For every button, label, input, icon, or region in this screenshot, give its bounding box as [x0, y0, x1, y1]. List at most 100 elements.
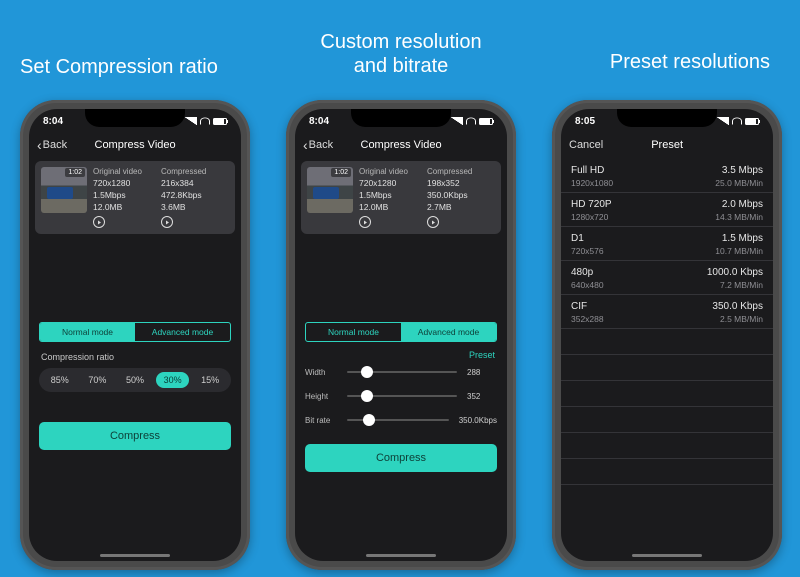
ratio-15[interactable]: 15%	[193, 372, 227, 388]
status-time: 8:05	[575, 116, 595, 127]
preset-rate: 2.5 MB/Min	[720, 314, 763, 324]
preset-bitrate: 2.0 Mbps	[722, 199, 763, 210]
original-size: 12.0MB	[93, 202, 161, 212]
preset-name: CIF	[571, 301, 587, 312]
video-duration: 1:02	[331, 168, 351, 177]
phone-2: 8:04 ‹Back Compress Video 1:02 Original …	[286, 100, 516, 570]
list-item	[561, 433, 773, 459]
list-item	[561, 355, 773, 381]
ratio-85[interactable]: 85%	[43, 372, 77, 388]
preset-name: D1	[571, 233, 584, 244]
ratio-50[interactable]: 50%	[118, 372, 152, 388]
page-title: Compress Video	[303, 139, 499, 151]
navbar: ‹Back Compress Video	[29, 133, 241, 157]
phone-1: 8:04 ‹Back Compress Video 1:02 Original …	[20, 100, 250, 570]
status-time: 8:04	[43, 116, 63, 127]
original-bitrate: 1.5Mbps	[93, 190, 161, 200]
preset-res: 640x480	[571, 280, 604, 290]
play-compressed-button[interactable]	[427, 216, 439, 228]
original-res: 720x1280	[93, 178, 161, 188]
tab-advanced-mode[interactable]: Advanced mode	[135, 323, 230, 341]
heading-custom-l2: and bitrate	[354, 55, 449, 77]
preset-res: 1920x1080	[571, 178, 613, 188]
video-duration: 1:02	[65, 168, 85, 177]
preset-row-hd720[interactable]: HD 720P 2.0 Mbps 1280x720 14.3 MB/Min	[561, 193, 773, 227]
preset-row-cif[interactable]: CIF350.0 Kbps 352x2882.5 MB/Min	[561, 295, 773, 329]
compressed-bitrate: 472.8Kbps	[161, 190, 229, 200]
preset-res: 1280x720	[571, 212, 608, 222]
preset-list: Full HD 3.5 Mbps 1920x1080 25.0 MB/Min HD …	[561, 159, 773, 511]
preset-bitrate: 350.0 Kbps	[712, 301, 763, 312]
original-header: Original video	[359, 167, 427, 176]
height-value: 352	[467, 392, 497, 401]
page-title: Preset	[569, 139, 765, 151]
wifi-icon	[466, 118, 476, 125]
signal-icon	[717, 117, 729, 125]
preset-bitrate: 3.5 Mbps	[722, 165, 763, 176]
preset-bitrate: 1.5 Mbps	[722, 233, 763, 244]
mode-segmented-control[interactable]: Normal mode Advanced mode	[305, 322, 497, 342]
battery-icon	[745, 118, 759, 125]
list-item	[561, 329, 773, 355]
play-original-button[interactable]	[359, 216, 371, 228]
preset-link[interactable]: Preset	[469, 350, 495, 360]
width-slider[interactable]	[347, 371, 457, 373]
width-value: 288	[467, 368, 497, 377]
original-bitrate: 1.5Mbps	[359, 190, 427, 200]
tab-advanced-mode[interactable]: Advanced mode	[401, 323, 496, 341]
signal-icon	[451, 117, 463, 125]
navbar: Cancel Preset	[561, 133, 773, 157]
preset-name: Full HD	[571, 165, 604, 176]
bitrate-slider[interactable]	[347, 419, 449, 421]
home-indicator	[632, 554, 702, 557]
wifi-icon	[200, 118, 210, 125]
page-title: Compress Video	[37, 139, 233, 151]
height-slider[interactable]	[347, 395, 457, 397]
compressed-res: 216x384	[161, 178, 229, 188]
preset-row-d1[interactable]: D1 1.5 Mbps 720x576 10.7 MB/Min	[561, 227, 773, 261]
heading-ratio: Set Compression ratio	[20, 55, 218, 79]
compress-button[interactable]: Compress	[39, 422, 231, 450]
list-item	[561, 459, 773, 485]
ratio-30[interactable]: 30%	[156, 372, 190, 388]
ratio-70[interactable]: 70%	[81, 372, 115, 388]
width-label: Width	[305, 368, 341, 377]
preset-rate: 25.0 MB/Min	[715, 178, 763, 188]
video-thumbnail[interactable]: 1:02	[41, 167, 87, 213]
original-size: 12.0MB	[359, 202, 427, 212]
preset-row-fullhd[interactable]: Full HD 3.5 Mbps 1920x1080 25.0 MB/Min	[561, 159, 773, 193]
compression-ratio-chips[interactable]: 85% 70% 50% 30% 15%	[39, 368, 231, 392]
compressed-size: 2.7MB	[427, 202, 495, 212]
preset-name: HD 720P	[571, 199, 612, 210]
video-thumbnail[interactable]: 1:02	[307, 167, 353, 213]
signal-icon	[185, 117, 197, 125]
compress-button[interactable]: Compress	[305, 444, 497, 472]
height-label: Height	[305, 392, 341, 401]
mode-segmented-control[interactable]: Normal mode Advanced mode	[39, 322, 231, 342]
battery-icon	[213, 118, 227, 125]
preset-res: 720x576	[571, 246, 604, 256]
heading-custom: Custom resolution and bitrate	[286, 30, 516, 78]
heading-presets: Preset resolutions	[610, 50, 770, 74]
original-header: Original video	[93, 167, 161, 176]
compressed-size: 3.6MB	[161, 202, 229, 212]
heading-custom-l1: Custom resolution	[320, 31, 481, 53]
compressed-header: Compressed	[161, 167, 229, 176]
play-compressed-button[interactable]	[161, 216, 173, 228]
video-info-card: 1:02 Original video 720x1280 1.5Mbps 12.…	[301, 161, 501, 234]
compression-ratio-label: Compression ratio	[41, 352, 229, 362]
play-original-button[interactable]	[93, 216, 105, 228]
list-item	[561, 485, 773, 511]
preset-rate: 7.2 MB/Min	[720, 280, 763, 290]
notch	[617, 109, 717, 127]
preset-rate: 10.7 MB/Min	[715, 246, 763, 256]
preset-bitrate: 1000.0 Kbps	[707, 267, 763, 278]
compressed-header: Compressed	[427, 167, 495, 176]
tab-normal-mode[interactable]: Normal mode	[306, 323, 401, 341]
wifi-icon	[732, 118, 742, 125]
preset-row-480p[interactable]: 480p1000.0 Kbps 640x4807.2 MB/Min	[561, 261, 773, 295]
tab-normal-mode[interactable]: Normal mode	[40, 323, 135, 341]
preset-rate: 14.3 MB/Min	[715, 212, 763, 222]
navbar: ‹Back Compress Video	[295, 133, 507, 157]
list-item	[561, 407, 773, 433]
